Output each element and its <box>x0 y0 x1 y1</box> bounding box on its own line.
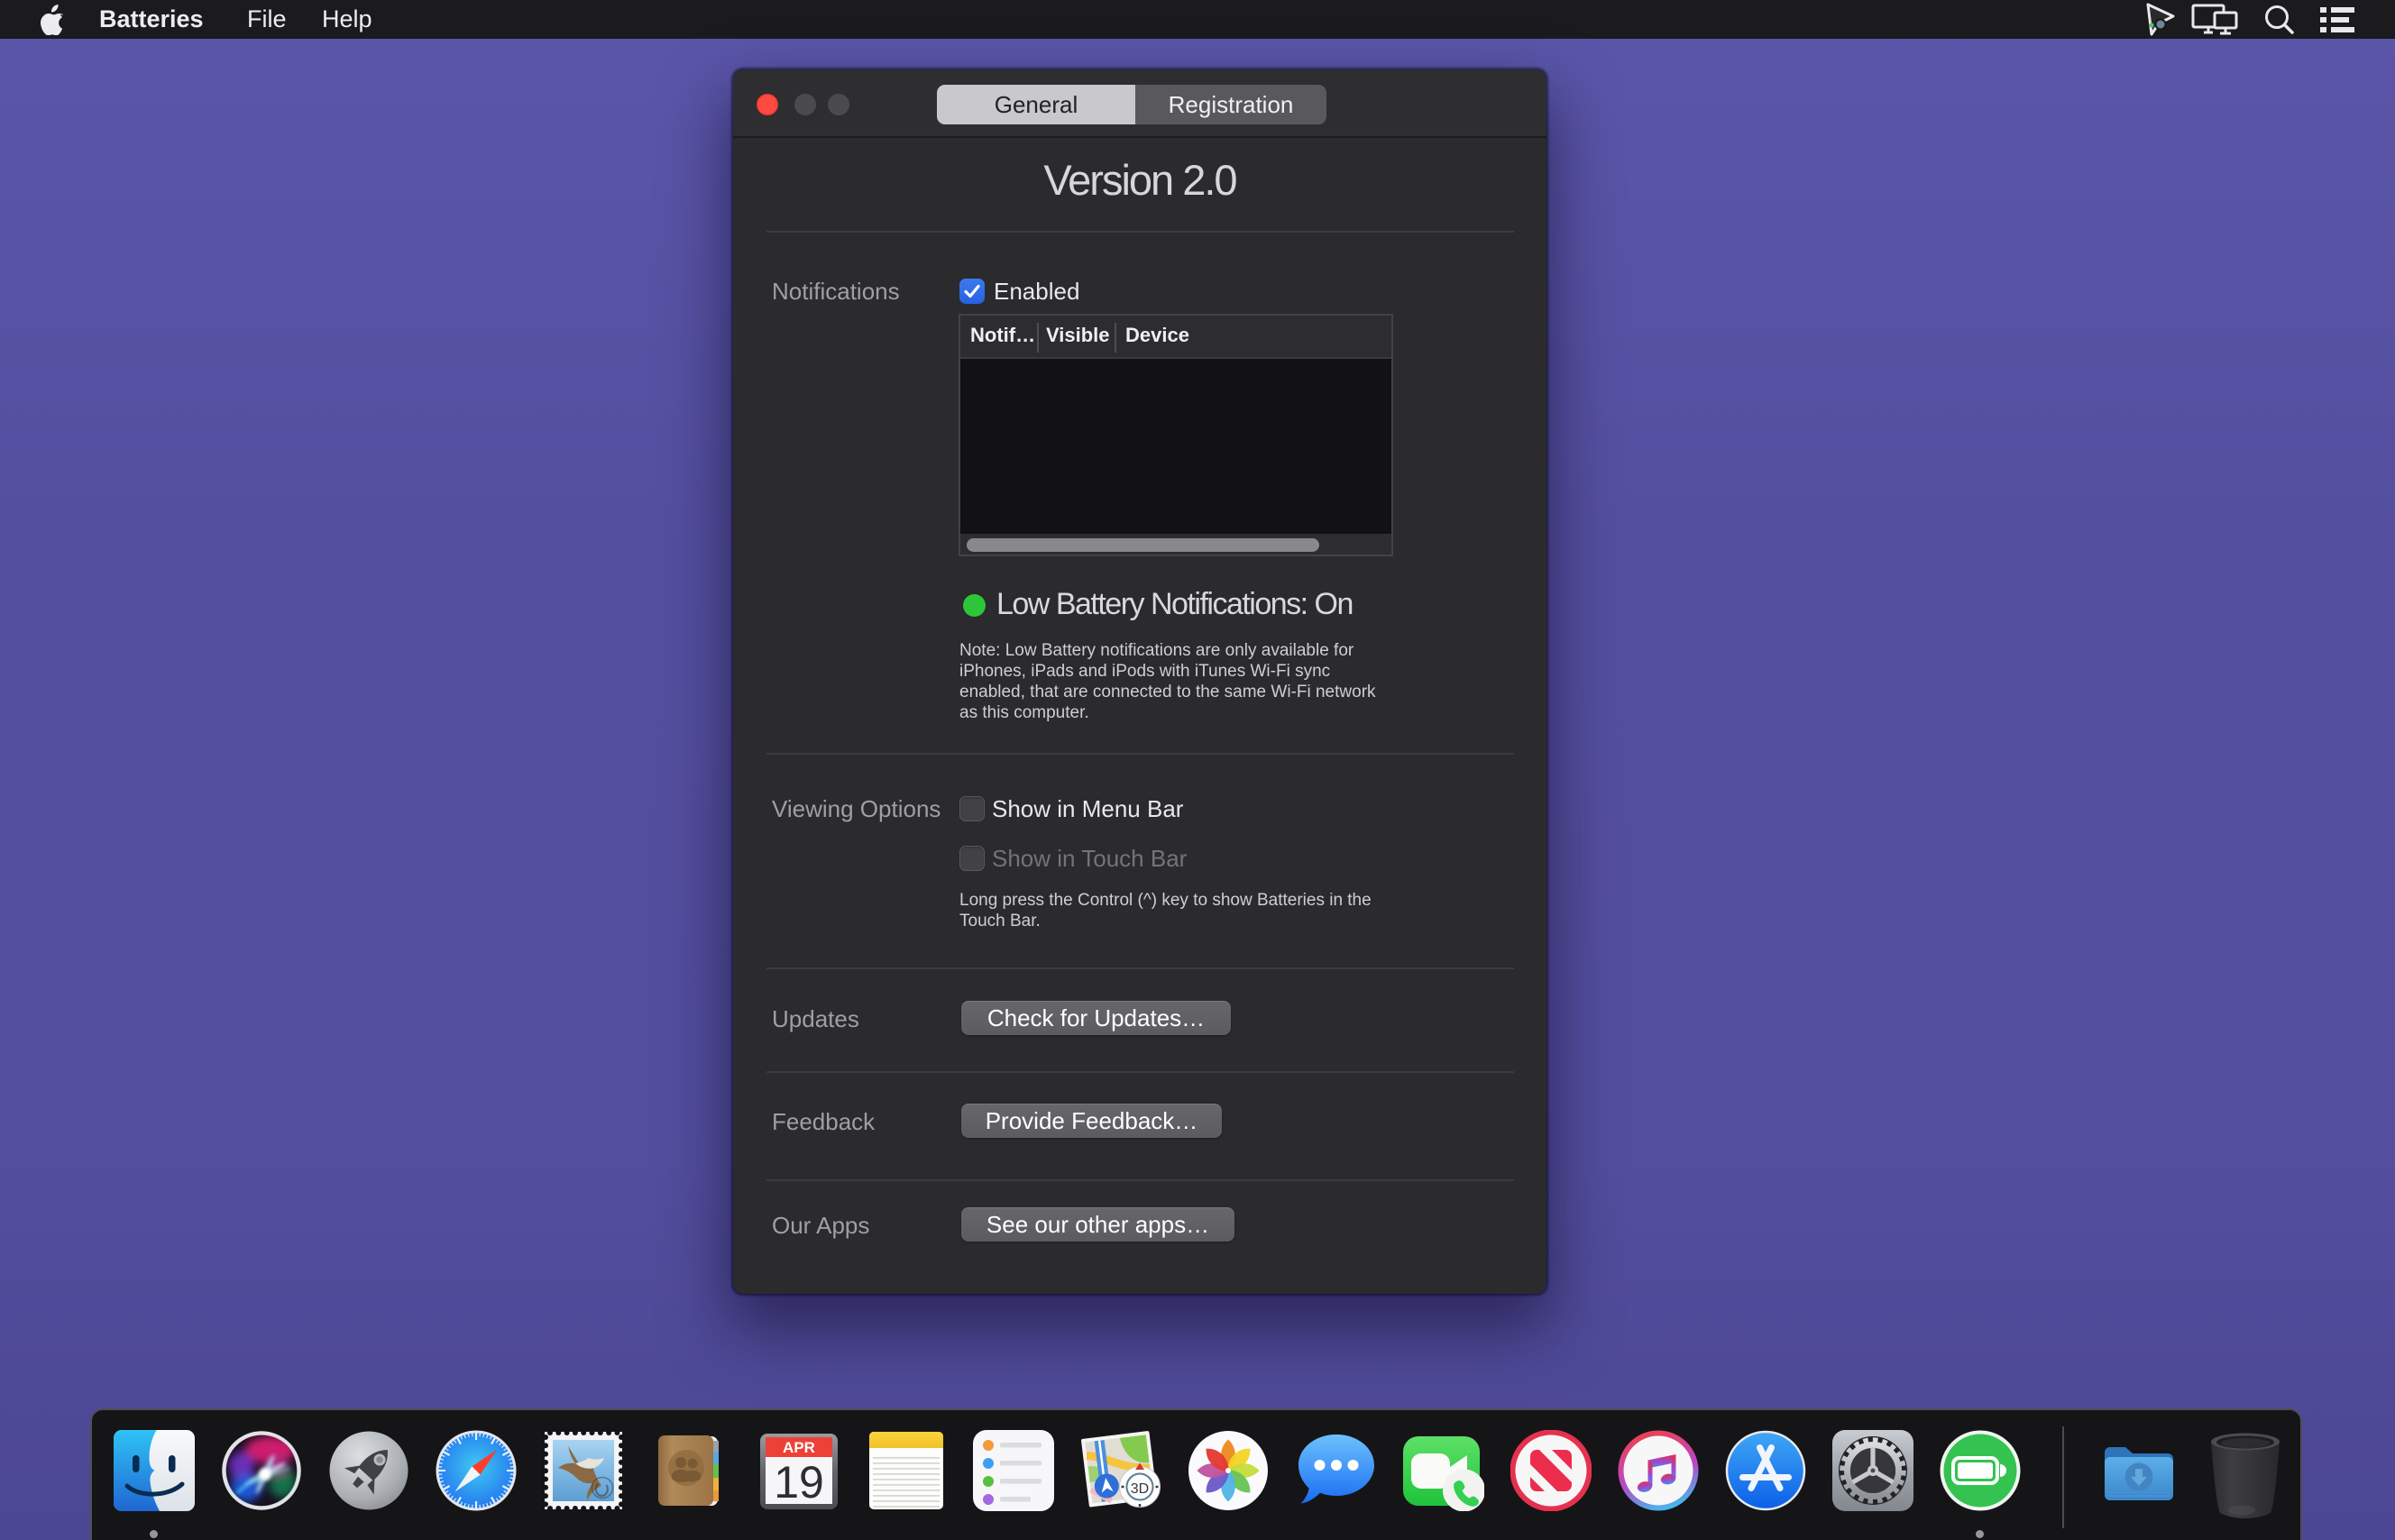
svg-text:APR: APR <box>783 1439 815 1456</box>
svg-text:19: 19 <box>774 1457 824 1508</box>
svg-text:3D: 3D <box>1131 1481 1149 1497</box>
